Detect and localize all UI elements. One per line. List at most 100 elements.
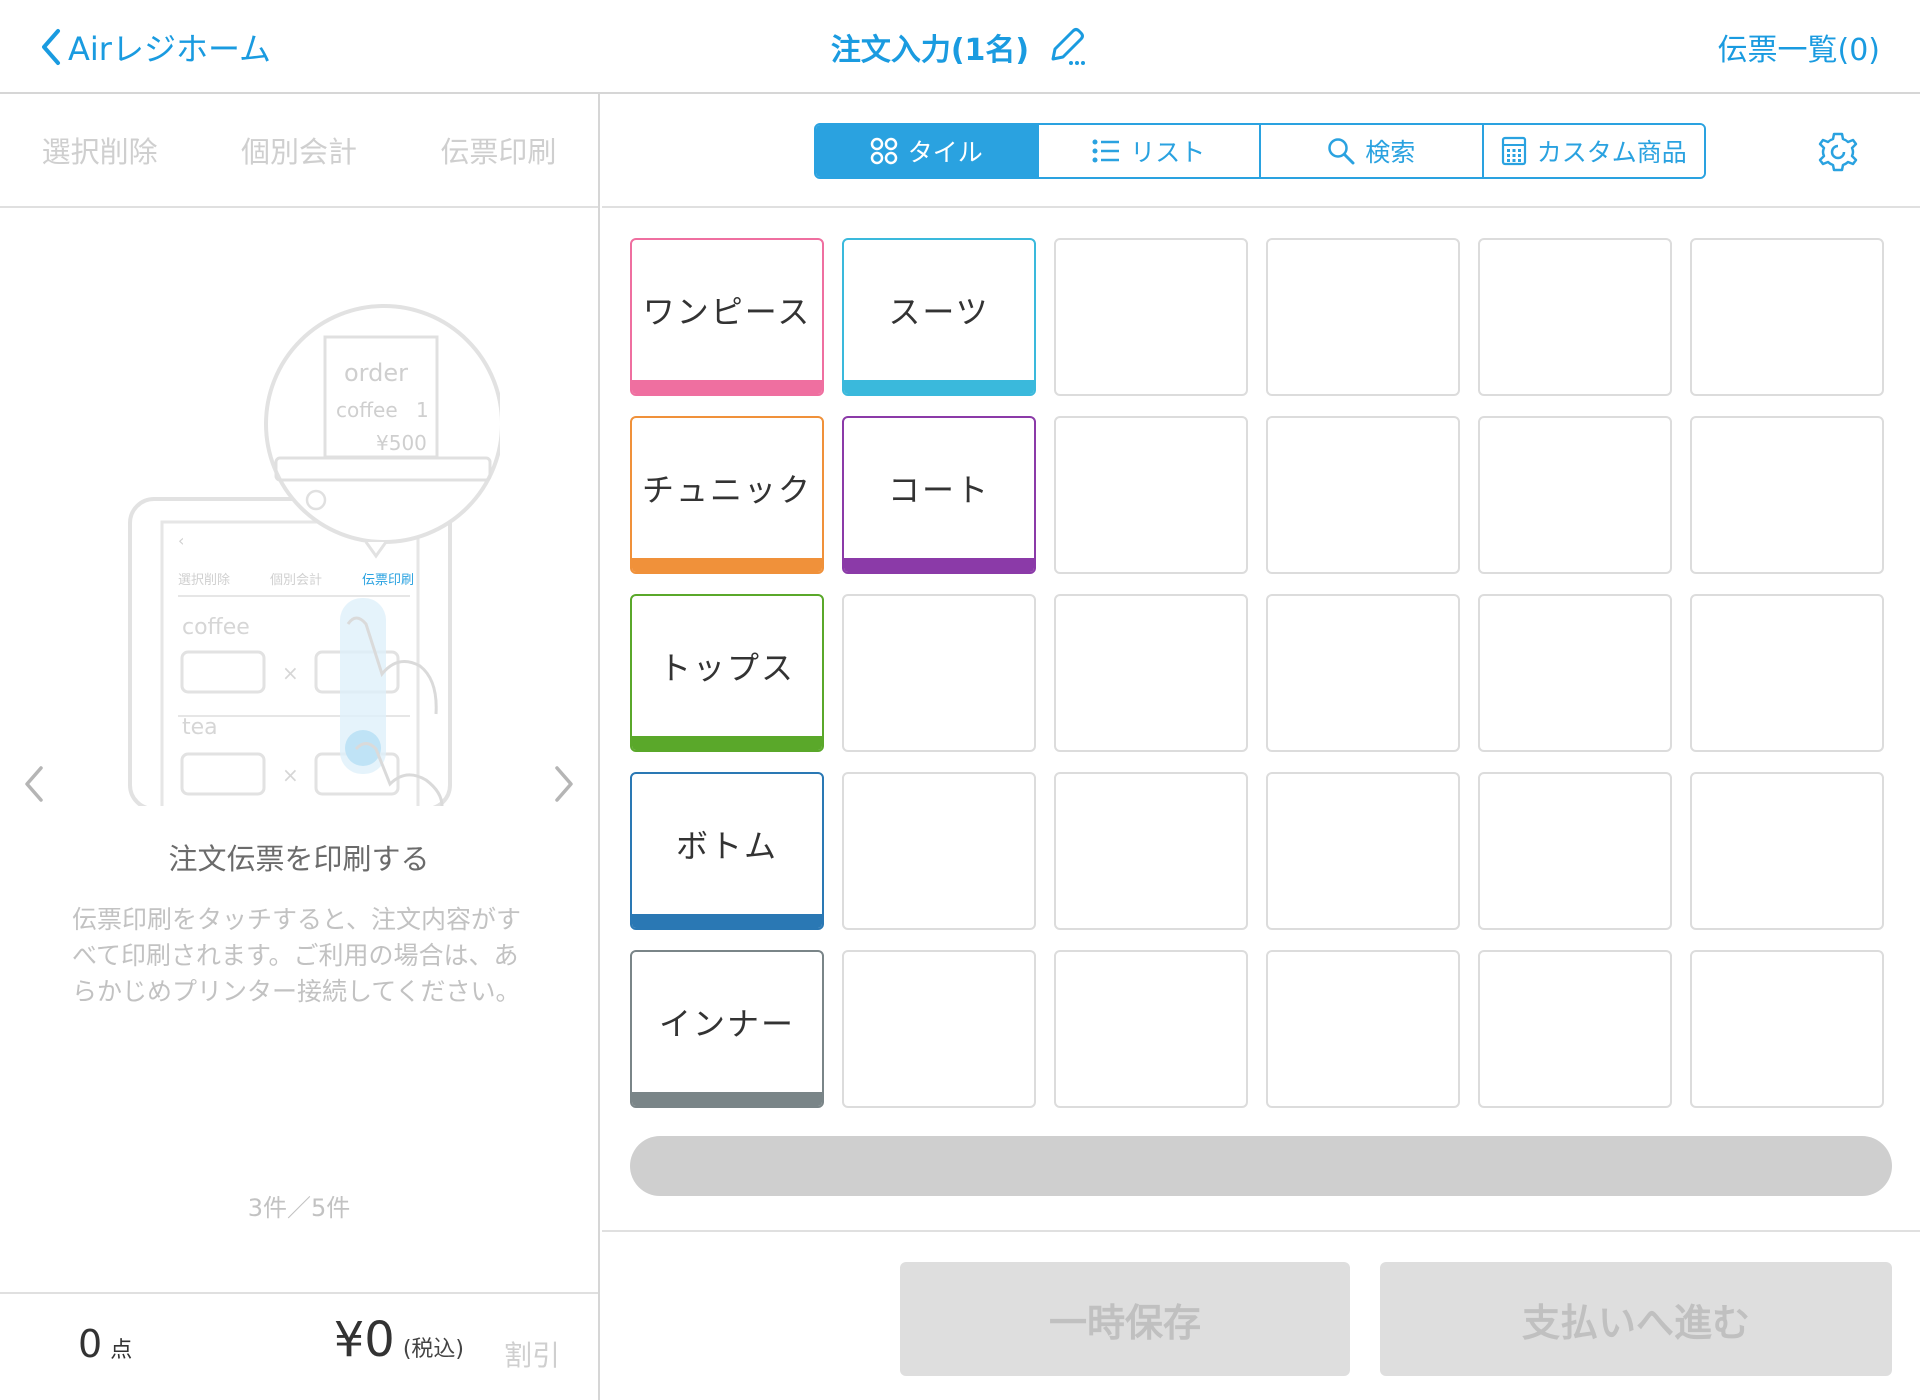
order-totals: 0 点 ¥0 (税込) 割引 [0, 1292, 598, 1400]
total-amount-value: ¥0 [333, 1312, 395, 1368]
empty-tile[interactable] [1054, 416, 1248, 574]
empty-tile[interactable] [1478, 594, 1672, 752]
prev-guide-button[interactable] [14, 754, 54, 814]
empty-tile[interactable] [1266, 594, 1460, 752]
guide-pager: 3件／5件 [247, 1194, 351, 1222]
svg-text:×: × [282, 661, 299, 685]
chevron-right-icon [555, 766, 573, 802]
svg-text:coffee: coffee [182, 615, 250, 640]
guide-description: 伝票印刷をタッチすると、注文内容がすべて印刷されます。ご利用の場合は、あらかじめ… [72, 905, 522, 1006]
empty-tile[interactable] [1478, 416, 1672, 574]
gear-icon[interactable] [1816, 130, 1860, 174]
category-tile[interactable]: スーツ [842, 238, 1036, 396]
tab-list[interactable]: リスト [1038, 125, 1261, 177]
print-slip-button[interactable]: 伝票印刷 [440, 129, 556, 171]
tab-tile-label: タイル [907, 138, 983, 167]
category-tile-label: コート [887, 471, 990, 509]
search-icon [1328, 138, 1355, 165]
empty-tile[interactable] [1690, 772, 1884, 930]
guide-title: 注文伝票を印刷する [168, 842, 430, 876]
edit-icon[interactable] [1045, 25, 1089, 69]
category-tile[interactable]: インナー [630, 950, 824, 1108]
tab-search[interactable]: 検索 [1261, 125, 1484, 177]
empty-tile[interactable] [1266, 416, 1460, 574]
category-tile[interactable]: ボトム [630, 772, 824, 930]
page-title[interactable]: 注文入力(1名) [0, 24, 1920, 70]
svg-text:‹: ‹ [178, 531, 184, 550]
empty-tile[interactable] [1690, 416, 1884, 574]
category-color-bar [844, 558, 1034, 572]
total-amount: ¥0 (税込) [334, 1312, 464, 1368]
empty-tile[interactable] [842, 950, 1036, 1108]
category-color-bar [632, 1092, 822, 1106]
category-tile-label: ボトム [675, 827, 778, 865]
category-tile-label: トップス [658, 649, 795, 687]
next-guide-button[interactable] [544, 754, 584, 814]
list-icon [1092, 139, 1120, 163]
delete-selected-button[interactable]: 選択削除 [42, 129, 158, 171]
slip-list-button[interactable]: 伝票一覧(0) [1718, 24, 1881, 70]
empty-tile[interactable] [1054, 594, 1248, 752]
svg-text:選択削除: 選択削除 [178, 573, 230, 588]
category-color-bar [844, 380, 1034, 394]
view-mode-switcher: タイル リスト 検索 カスタム商品 [814, 123, 1706, 179]
category-tile[interactable]: チュニック [630, 416, 824, 574]
view-toolbar: タイル リスト 検索 カスタム商品 [602, 94, 1920, 208]
svg-text:伝票印刷: 伝票印刷 [362, 573, 414, 588]
page-title-text: 注文入力(1名) [830, 33, 1030, 68]
category-color-bar [632, 558, 822, 572]
tax-included-note: (税込) [402, 1337, 464, 1362]
category-tile-label: インナー [658, 1005, 795, 1043]
empty-tile[interactable] [842, 594, 1036, 752]
app-header: Airレジホーム 注文入力(1名) 伝票一覧(0) [0, 0, 1920, 94]
hold-order-button[interactable]: 一時保存 [900, 1262, 1350, 1376]
discount-button[interactable]: 割引 [504, 1334, 560, 1374]
product-panel: タイル リスト 検索 カスタム商品 ワンピース スーツ チュニック コート トッ… [602, 94, 1920, 1400]
chevron-left-icon [25, 766, 43, 802]
tab-custom-product-label: カスタム商品 [1536, 138, 1687, 167]
category-color-bar [632, 380, 822, 394]
calculator-icon [1501, 136, 1526, 166]
tab-tile[interactable]: タイル [816, 125, 1039, 177]
category-tile[interactable]: ワンピース [630, 238, 824, 396]
split-payment-button[interactable]: 個別会計 [241, 129, 357, 171]
order-action-bar: 選択削除 個別会計 伝票印刷 [0, 94, 598, 208]
empty-tile[interactable] [1690, 950, 1884, 1108]
empty-tile[interactable] [1266, 950, 1460, 1108]
empty-tile[interactable] [1478, 772, 1672, 930]
order-panel: 選択削除 個別会計 伝票印刷 ‹ 選択削除 個別会計 伝票印刷 coffee ×… [0, 94, 600, 1400]
empty-tile[interactable] [1054, 238, 1248, 396]
empty-tile[interactable] [1478, 238, 1672, 396]
category-tile-label: スーツ [888, 293, 990, 331]
category-tile[interactable]: トップス [630, 594, 824, 752]
svg-text:order: order [344, 359, 408, 387]
empty-tile[interactable] [1478, 950, 1672, 1108]
category-tile[interactable]: コート [842, 416, 1036, 574]
item-count-unit: 点 [110, 1338, 133, 1363]
item-count-value: 0 [78, 1322, 103, 1366]
svg-text:¥500: ¥500 [376, 431, 427, 455]
empty-tile[interactable] [1690, 594, 1884, 752]
category-color-bar [632, 914, 822, 928]
empty-tile[interactable] [1690, 238, 1884, 396]
svg-text:×: × [282, 763, 299, 787]
proceed-payment-button[interactable]: 支払いへ進む [1380, 1262, 1892, 1376]
svg-text:1: 1 [416, 398, 429, 422]
category-color-bar [632, 736, 822, 750]
empty-tile[interactable] [1266, 238, 1460, 396]
page-scroll-bar[interactable] [630, 1136, 1892, 1196]
svg-text:tea: tea [182, 715, 218, 740]
category-tile-label: チュニック [641, 471, 812, 509]
tile-icon [870, 137, 897, 165]
print-guide-illustration: ‹ 選択削除 個別会計 伝票印刷 coffee × tea × order co… [128, 304, 500, 806]
empty-tile[interactable] [1054, 772, 1248, 930]
item-count: 0 点 [78, 1322, 132, 1366]
svg-text:個別会計: 個別会計 [270, 572, 322, 588]
action-footer: 一時保存 支払いへ進む [602, 1230, 1920, 1400]
empty-tile[interactable] [1266, 772, 1460, 930]
empty-tile[interactable] [1054, 950, 1248, 1108]
empty-tile[interactable] [842, 772, 1036, 930]
tab-search-label: 検索 [1365, 138, 1416, 167]
tab-custom-product[interactable]: カスタム商品 [1483, 125, 1704, 177]
category-tile-label: ワンピース [642, 293, 812, 331]
